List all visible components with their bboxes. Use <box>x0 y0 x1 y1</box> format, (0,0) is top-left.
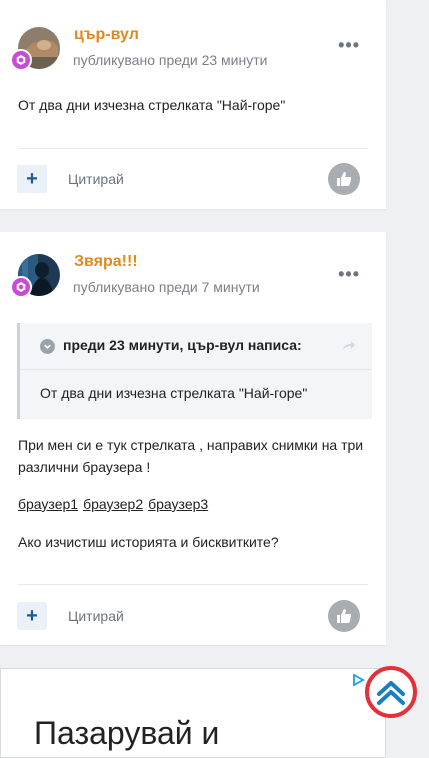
multiquote-add-button[interactable]: + <box>17 165 47 193</box>
quote-header-text: преди 23 минути, цър-вул написа: <box>63 337 302 353</box>
ad-headline[interactable]: Пазарувай и <box>34 715 219 752</box>
avatar-wrapper <box>10 27 60 71</box>
share-arrow-icon[interactable] <box>342 338 356 356</box>
rank-badge-icon <box>10 49 32 71</box>
link-browser-3[interactable]: браузер3 <box>148 496 208 512</box>
quote-button[interactable]: Цитирай <box>68 608 124 624</box>
like-icon[interactable] <box>328 600 360 632</box>
ad-choices-icon[interactable] <box>351 673 365 692</box>
post-2: Звяра!!! публикувано преди 7 минути ••• … <box>0 232 386 645</box>
post-content: При мен си е тук стрелката , направих сн… <box>18 437 364 475</box>
post-timestamp[interactable]: публикувано преди 23 минути <box>73 52 267 68</box>
like-icon[interactable] <box>328 163 360 195</box>
scroll-to-top-button[interactable] <box>365 666 417 718</box>
divider <box>18 584 368 585</box>
link-browser-2[interactable]: браузер2 <box>83 496 143 512</box>
more-options-icon[interactable]: ••• <box>338 35 360 56</box>
post-1: цър-вул публикувано преди 23 минути ••• … <box>0 0 386 209</box>
avatar-wrapper <box>10 254 60 298</box>
chevron-down-icon[interactable] <box>40 339 55 354</box>
chevron-up-icon <box>377 681 405 705</box>
more-options-icon[interactable]: ••• <box>338 264 360 285</box>
post-author[interactable]: цър-вул <box>74 26 139 44</box>
links-row: браузер1 браузер2 браузер3 <box>18 496 213 512</box>
ad-banner[interactable]: Пазарувай и <box>0 668 386 758</box>
quote-button[interactable]: Цитирай <box>68 171 124 187</box>
quote-block: преди 23 минути, цър-вул написа: От два … <box>17 323 372 419</box>
post-author[interactable]: Звяра!!! <box>74 253 138 271</box>
divider <box>18 148 368 149</box>
quote-text: От два дни изчезна стрелката "Най-горе" <box>40 385 308 401</box>
rank-badge-icon <box>10 276 32 298</box>
post-question: Ако изчистиш историята и бисквитките? <box>18 534 279 550</box>
quote-header: преди 23 минути, цър-вул написа: <box>20 323 372 370</box>
post-content: От два дни изчезна стрелката "Най-горе" <box>18 97 286 113</box>
link-browser-1[interactable]: браузер1 <box>18 496 78 512</box>
multiquote-add-button[interactable]: + <box>17 602 47 630</box>
post-timestamp[interactable]: публикувано преди 7 минути <box>73 279 260 295</box>
